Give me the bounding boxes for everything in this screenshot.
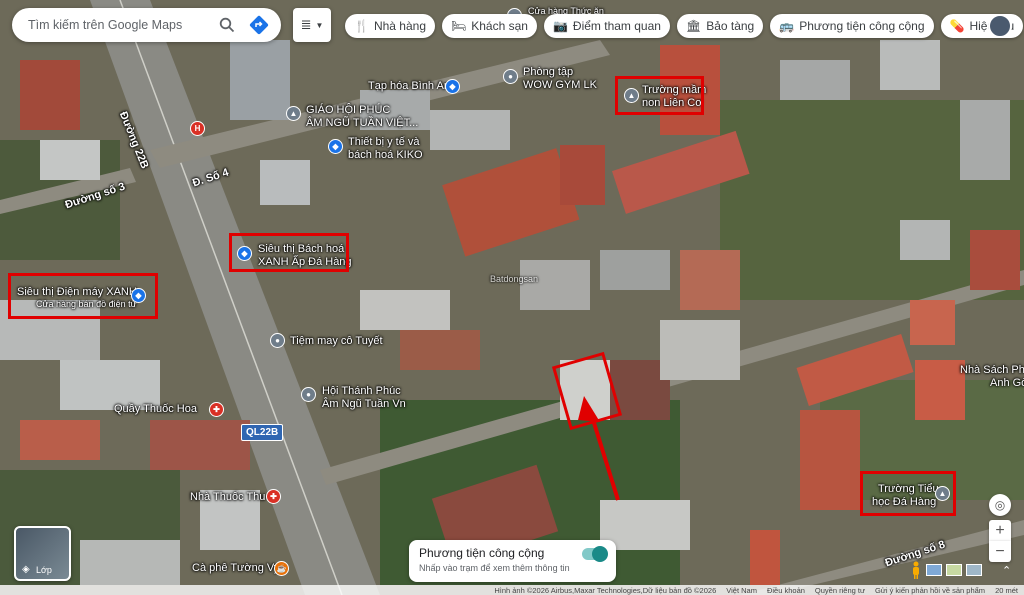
chip-label: Bảo tàng	[706, 19, 755, 33]
imagery-thumbnail-2[interactable]	[946, 564, 962, 576]
my-location-button[interactable]: ◎	[989, 494, 1011, 516]
layers-label: Lớp	[36, 565, 52, 575]
layers-icon: ◈	[22, 564, 30, 575]
transit-toggle[interactable]	[582, 546, 608, 562]
highlight-box-truong-mam	[615, 76, 704, 115]
camera-icon: 📷	[552, 19, 568, 33]
highlight-box-dmx	[8, 273, 158, 319]
transit-card-subtitle: Nhấp vào trạm để xem thêm thông tin	[419, 563, 570, 573]
zoom-out-button[interactable]: −	[989, 541, 1011, 562]
poi-nha-sach-2[interactable]: Anh Gò	[990, 377, 1024, 390]
medical-store-pin-icon[interactable]: ◆	[328, 139, 343, 154]
poi-ca-phe[interactable]: Cà phê Tường Vy	[192, 562, 279, 575]
zoom-in-button[interactable]: +	[989, 520, 1011, 541]
layers-button[interactable]: ◈ Lớp	[14, 526, 71, 581]
museum-icon: 🏛	[685, 19, 702, 33]
highlight-box-bhx	[229, 233, 349, 272]
account-avatar[interactable]	[988, 14, 1012, 38]
gym-pin-icon[interactable]: ●	[503, 69, 518, 84]
poi-phong-tap-1[interactable]: Phòng tập	[523, 66, 573, 79]
imagery-thumbnail-3[interactable]	[966, 564, 982, 576]
privacy-link[interactable]: Quyền riêng tư	[815, 586, 865, 595]
plus-icon: +	[995, 521, 1005, 539]
highlight-box-truong-tieu	[860, 471, 956, 516]
poi-giao-hoi-1[interactable]: GIÁO HỘI PHÚC	[306, 104, 390, 117]
church-pin-icon[interactable]: ▲	[286, 106, 301, 121]
map-controls: ◎ + −	[989, 494, 1011, 562]
poi-thiet-bi-2[interactable]: bách hoá KIKO	[348, 149, 423, 162]
poi-nha-thuoc[interactable]: Nhà Thuốc Thu	[190, 491, 265, 504]
fork-knife-icon: 🍴	[354, 19, 369, 33]
terms-link[interactable]: Điều khoản	[767, 586, 805, 595]
watermark-text: Batdongsan	[490, 274, 539, 284]
scale-label: 20 mét	[995, 585, 1018, 595]
poi-hoi-thanh-2[interactable]: Âm Ngũ Tuần Vn	[322, 398, 406, 411]
hospital-pin-icon[interactable]: H	[190, 121, 205, 136]
shopping-pin-icon[interactable]: ◆	[445, 79, 460, 94]
bus-icon: 🚌	[779, 19, 795, 33]
search-input[interactable]	[28, 18, 215, 32]
chip-restaurants[interactable]: 🍴 Nhà hàng	[345, 14, 435, 38]
search-box	[12, 8, 281, 42]
poi-quay-thuoc[interactable]: Quầy Thuốc Hoa	[114, 403, 197, 416]
highway-shield-ql22b: QL22B	[241, 424, 284, 441]
chip-museums[interactable]: 🏛 Bảo tàng	[676, 14, 764, 38]
list-icon: ≣	[300, 17, 312, 32]
imagery-attribution: Hình ảnh ©2026 Airbus,Maxar Technologies…	[494, 585, 717, 595]
poi-phong-tap-2[interactable]: WOW GYM LK	[523, 79, 597, 92]
country-link[interactable]: Việt Nam	[726, 586, 757, 595]
chip-label: Phương tiện công cộng	[799, 19, 925, 33]
search-icon[interactable]	[215, 13, 239, 37]
minus-icon: −	[995, 542, 1005, 560]
chip-attractions[interactable]: 📷 Điểm tham quan	[543, 14, 670, 38]
pharmacy-pin-icon[interactable]: ✚	[209, 402, 224, 417]
chip-transit[interactable]: 🚌 Phương tiện công cộng	[770, 14, 934, 38]
chip-label: Khách sạn	[471, 19, 528, 33]
chip-label: Nhà hàng	[373, 19, 426, 33]
transit-info-card: Phương tiện công cộng Nhấp vào trạm để x…	[409, 540, 616, 582]
chevron-down-icon: ▼	[315, 20, 324, 30]
poi-thiet-bi-1[interactable]: Thiết bị y tế và	[348, 136, 420, 149]
category-chips: 🍴 Nhà hàng 🛏 Khách sạn 📷 Điểm tham quan …	[345, 14, 1024, 38]
attribution-bar: Hình ảnh ©2026 Airbus,Maxar Technologies…	[0, 585, 1024, 595]
chip-label: Điểm tham quan	[572, 19, 661, 33]
crosshair-icon: ◎	[994, 498, 1006, 512]
poi-tap-hoa-binh-an[interactable]: Tạp hóa Bình An	[368, 80, 450, 93]
expand-up-icon[interactable]: ⌃	[1002, 564, 1011, 577]
cafe-pin-icon[interactable]: ☕	[274, 561, 289, 576]
pegman-icon[interactable]	[910, 561, 922, 579]
poi-giao-hoi-2[interactable]: ÂM NGŨ TUẦN VIỆT...	[306, 117, 418, 130]
bed-icon: 🛏	[451, 19, 467, 33]
tailor-pin-icon[interactable]: ●	[270, 333, 285, 348]
directions-icon[interactable]	[247, 13, 271, 37]
poi-tiem-may[interactable]: Tiệm may cô Tuyết	[290, 335, 383, 348]
feedback-link[interactable]: Gửi ý kiến phản hồi về sản phẩm	[875, 586, 985, 595]
poi-nha-sach-1[interactable]: Nhà Sách Phú	[960, 364, 1024, 377]
chip-hotels[interactable]: 🛏 Khách sạn	[442, 14, 537, 38]
pharmacy-pin-icon-2[interactable]: ✚	[266, 489, 281, 504]
pharmacy-icon: 💊	[949, 19, 965, 33]
saved-button[interactable]: ≣ ▼	[293, 8, 331, 42]
church-pin-icon-2[interactable]: ●	[301, 387, 316, 402]
bottom-tools: ⌃	[910, 561, 1011, 579]
poi-hoi-thanh-1[interactable]: Hội Thánh Phúc	[322, 385, 401, 398]
imagery-thumbnail-1[interactable]	[926, 564, 942, 576]
transit-card-title: Phương tiện công cộng	[419, 546, 545, 560]
